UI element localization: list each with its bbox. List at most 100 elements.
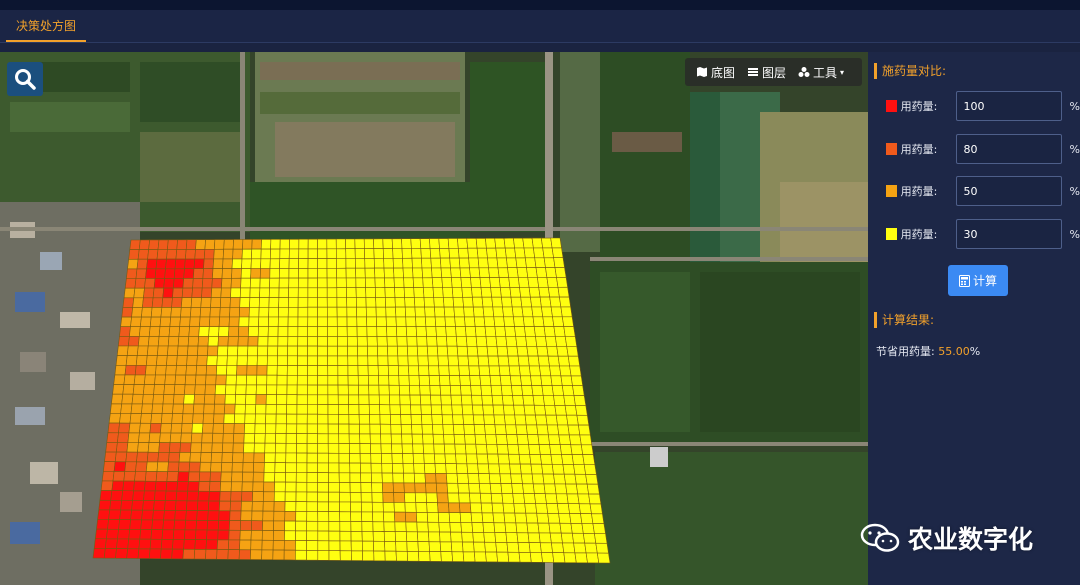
map-search-button[interactable] (7, 62, 43, 96)
grid-cell (503, 414, 517, 426)
grid-cell (216, 549, 229, 560)
grid-cell (520, 375, 533, 386)
grid-cell (396, 336, 408, 347)
grid-cell (524, 502, 538, 514)
grid-cell (136, 258, 148, 270)
grid-cell (336, 316, 348, 328)
dosage-input-2[interactable] (955, 134, 1062, 164)
grid-cell (367, 355, 379, 367)
dosage-input-4[interactable] (955, 219, 1062, 249)
grid-cell (582, 532, 597, 544)
grid-cell (295, 462, 308, 473)
grid-cell (201, 287, 213, 298)
map-toolbar: 底图 图层 工具 ▾ (685, 58, 862, 86)
grid-cell (494, 238, 506, 249)
grid-cell (317, 326, 328, 337)
grid-cell (272, 549, 285, 561)
grid-cell (556, 345, 569, 357)
grid-cell (496, 257, 508, 269)
calculate-button[interactable]: 计算 (948, 265, 1008, 296)
grid-cell (366, 336, 378, 347)
grid-cell (132, 384, 145, 395)
tab-prescription-map[interactable]: 决策处方图 (6, 10, 87, 42)
grid-cell (139, 529, 153, 540)
grid-cell (373, 248, 384, 259)
grid-cell (521, 385, 534, 396)
grid-cell (113, 461, 127, 472)
grid-cell (138, 432, 151, 443)
grid-cell (167, 336, 180, 347)
grid-cell (205, 365, 218, 376)
grid-cell (306, 462, 319, 473)
grid-cell (550, 454, 564, 465)
grid-cell (350, 501, 362, 513)
grid-cell (475, 443, 488, 455)
dosage-input-1[interactable] (955, 91, 1062, 121)
grid-cell (384, 297, 396, 308)
tools-label: 工具 (813, 65, 838, 80)
grid-cell (306, 481, 319, 493)
grid-cell (391, 238, 403, 249)
grid-cell (317, 384, 329, 396)
grid-cell (295, 530, 308, 541)
dosage-input-3[interactable] (955, 176, 1062, 206)
grid-cell (439, 247, 451, 259)
grid-cell (328, 462, 340, 474)
grid-cell (505, 532, 519, 543)
satellite-map[interactable] (0, 52, 868, 585)
grid-cell (237, 345, 249, 357)
grid-cell (307, 268, 318, 279)
prescription-grid-overlay[interactable] (0, 52, 868, 585)
grid-cell (255, 403, 267, 415)
calculate-label: 计算 (972, 274, 997, 288)
grid-cell (159, 432, 172, 444)
grid-cell (122, 297, 135, 308)
grid-cell (547, 287, 560, 298)
grid-cell (546, 277, 559, 288)
grid-cell (431, 414, 444, 425)
grid-cell (459, 375, 471, 386)
grid-cell (317, 540, 330, 551)
grid-cell (206, 520, 220, 531)
grid-cell (471, 522, 485, 533)
grid-cell (360, 472, 372, 484)
grid-cell (542, 395, 556, 406)
grid-cell (326, 238, 337, 250)
grid-cell (227, 539, 241, 551)
grid-cell (276, 384, 288, 396)
grid-cell (513, 502, 527, 514)
grid-cell (327, 433, 340, 444)
grid-cell (288, 287, 299, 298)
grid-cell (265, 394, 277, 405)
grid-cell (528, 287, 541, 298)
grid-cell (143, 287, 155, 299)
result-line: 节省用药量: 55.00% (876, 343, 980, 359)
grid-cell (430, 404, 443, 416)
dosage-label: 用药量: (900, 228, 938, 241)
dosage-panel: 施药量对比: 用药量: % 用药量: % 用药量: % 用药量: % 计算 计算… (868, 52, 1080, 585)
grid-cell (515, 424, 528, 436)
grid-cell (346, 306, 358, 318)
grid-cell (510, 296, 523, 308)
grid-cell (180, 297, 193, 308)
grid-cell (477, 355, 490, 367)
grid-cell (459, 267, 471, 279)
grid-cell (307, 287, 318, 298)
grid-cell (266, 384, 278, 396)
grid-cell (258, 307, 270, 318)
grid-cell (360, 501, 373, 513)
basemap-button[interactable]: 底图 (693, 64, 738, 81)
grid-cell (241, 491, 254, 502)
grid-cell (357, 375, 369, 386)
grid-cell (163, 278, 175, 289)
grid-cell (242, 239, 253, 250)
grid-cell (560, 375, 573, 387)
grid-cell (127, 336, 140, 347)
tools-dropdown[interactable]: 工具 ▾ (795, 64, 847, 81)
grid-cell (421, 414, 433, 425)
grid-cell (262, 510, 275, 522)
grid-cell (420, 248, 432, 259)
grid-cell (306, 452, 319, 464)
grid-cell (359, 443, 372, 454)
layers-button[interactable]: 图层 (744, 64, 789, 81)
